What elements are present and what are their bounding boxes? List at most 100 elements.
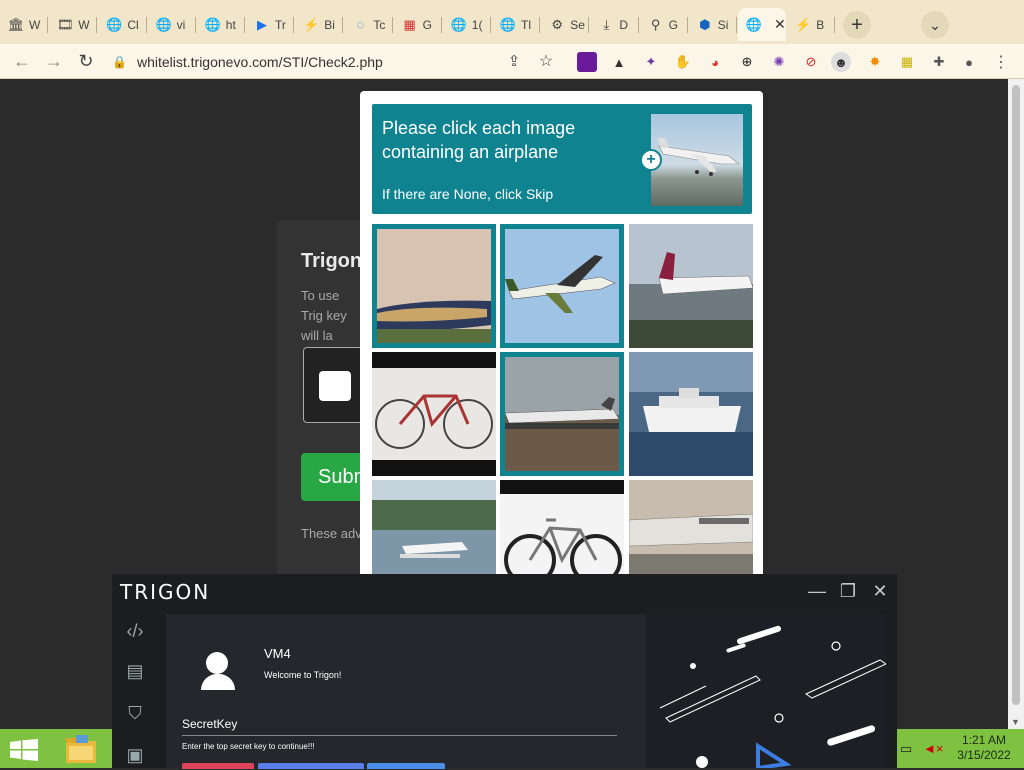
grid-image-seaplane[interactable] [372,480,496,581]
submit-button[interactable]: Subm [301,453,361,501]
tab-separator [637,17,639,33]
browser-tab-13[interactable]: ⤓ D [590,8,639,41]
arrow-right-icon: → [45,50,63,71]
tab-label: Se [570,17,585,32]
scrollbar-thumb[interactable] [1012,85,1020,705]
close-tab-icon[interactable]: ✕ [774,16,786,33]
tab-separator [194,17,196,33]
script-icon[interactable]: ▤ [122,658,148,684]
chevron-down-icon: ⌄ [929,16,941,33]
play-icon: ▶ [257,16,267,32]
volume-muted-icon[interactable]: ◄× [923,741,943,756]
profile-icon[interactable]: ● [959,52,979,72]
windows-logo-icon [10,739,38,761]
extension-crosshair-icon[interactable]: ⊕ [737,52,757,72]
extension-invader-icon[interactable]: ✦ [641,52,661,72]
grid-image-bicycle-1[interactable] [372,352,496,476]
captcha-checkbox[interactable] [319,371,351,401]
browser-tab-9[interactable]: ▦ G [394,8,442,41]
secret-key-input[interactable]: SecretKey [182,717,237,731]
example-airplane-image[interactable] [651,114,743,206]
extension-owl-icon[interactable]: ☻ [831,52,851,72]
forward-button[interactable]: → [43,50,65,72]
tab-separator [539,17,541,33]
browser-tab-11[interactable]: 🌐 Tl [492,8,541,41]
code-icon[interactable]: ‹/› [122,618,148,644]
browser-tab-6[interactable]: ▶ Tr [246,8,295,41]
windows-start-button[interactable] [10,739,38,766]
browser-tab-7[interactable]: ⚡ Bi [295,8,344,41]
browser-tab-8[interactable]: ◌ Tc [344,8,393,41]
tab-label: G [668,17,678,32]
browser-tab-1[interactable]: 🏛 W [0,8,49,41]
captcha-widget[interactable] [303,347,363,423]
extension-block-icon[interactable]: ⊘ [801,52,821,72]
minimize-button[interactable]: — [806,580,828,602]
browser-tab-10[interactable]: 🌐 1( [443,8,491,41]
file-explorer-taskbar-button[interactable] [64,733,98,765]
extension-hat-icon[interactable]: ▲ [609,52,629,72]
clock[interactable]: 1:21 AM 3/15/2022 [945,733,1023,763]
reload-button[interactable]: ↻ [75,50,97,72]
secret-key-hint: Enter the top secret key to continue!!! [182,742,315,751]
trigon-login-panel: VM4 Welcome to Trigon! SecretKey Enter t… [166,614,886,769]
grid-image-ship[interactable] [629,352,753,476]
menu-kebab-icon[interactable]: ⋮ [991,52,1011,72]
gear-icon: ⚙ [551,16,564,32]
browser-tab-4[interactable]: 🌐 vi [148,8,196,41]
grid-image-airplane-2[interactable] [500,224,624,348]
extension-rainbow-icon[interactable] [577,52,597,72]
extension-stripes-icon[interactable]: ▦ [897,52,917,72]
tab-search-button[interactable]: ⌄ [921,11,949,39]
film-icon: 🎞 [56,16,74,32]
maximize-button[interactable]: ❐ [837,580,859,602]
bookmark-button[interactable]: ☆ [535,50,557,72]
grid-image-airplane-3[interactable] [629,224,753,348]
close-button[interactable]: ✕ [869,580,891,602]
grid-image-airplane-1[interactable] [372,224,496,348]
tab-label: W [29,17,41,32]
share-icon: ⇪ [507,53,521,70]
shield-icon[interactable]: ⛉ [122,700,148,726]
system-tray: ▭ ◄× 1:21 AM 3/15/2022 [897,729,1024,768]
share-button[interactable]: ⇪ [503,50,525,72]
clock-time: 1:21 AM [961,733,1007,747]
browser-tab-16[interactable]: 🌐 ✕ [738,8,787,41]
browser-tab-5[interactable]: 🌐 ht [197,8,245,41]
back-button[interactable]: ← [11,50,33,72]
trigon-button-blue-1[interactable] [258,763,364,769]
tab-label: Bi [324,17,335,32]
start-area [0,729,112,768]
tab-separator [686,17,688,33]
grid-image-airplane-5[interactable] [629,480,753,581]
browser-tab-12[interactable]: ⚙ Se [541,8,590,41]
extension-gear-icon[interactable]: ✺ [769,52,789,72]
welcome-text: Welcome to Trigon! [264,670,342,680]
tab-strip: 🏛 W 🎞 W 🌐 Cl 🌐 vi 🌐 ht ▶ Tr ⚡ Bi ◌ Tc ▦ G 🌐 1(🌐 Tl ⚙ Se ⤓ D ⚲ G ⬢ Si… [0,0,1024,44]
trigon-button-blue-2[interactable] [367,763,445,769]
browser-tab-15[interactable]: ⬢ Si [689,8,737,41]
grid-image-bicycle-2[interactable] [500,480,624,581]
tab-separator [489,17,491,33]
scroll-down-icon[interactable]: ▼ [1011,717,1020,727]
new-tab-button[interactable]: + [843,11,871,39]
browser-tab-2[interactable]: 🎞 W [49,8,98,41]
browser-tab-14[interactable]: ⚲ G [640,8,688,41]
address-bar[interactable]: 🔒 whitelist.trigonevo.com/STI/Check2.php [112,48,567,75]
page-scrollbar[interactable]: ▼ [1008,79,1024,729]
trigon-button-red[interactable] [182,763,254,769]
tab-separator [96,17,98,33]
pin-icon: ⚲ [650,16,661,32]
extension-chart-icon[interactable]: ◕ [705,52,725,72]
browser-tab-17[interactable]: ⚡ B [787,8,836,41]
grid-image-airplane-4[interactable] [500,352,624,476]
extensions-puzzle-icon[interactable]: ✚ [929,52,949,72]
extension-hand-icon[interactable]: ✋ [673,52,693,72]
zoom-example-icon[interactable]: + [640,149,662,171]
browser-tab-3[interactable]: 🌐 Cl [98,8,147,41]
extension-burst-icon[interactable]: ✸ [865,52,885,72]
network-icon[interactable]: ▭ [900,741,912,757]
settings-icon[interactable]: ▣ [122,742,148,768]
tab-separator [243,17,245,33]
tab-separator [735,17,737,33]
